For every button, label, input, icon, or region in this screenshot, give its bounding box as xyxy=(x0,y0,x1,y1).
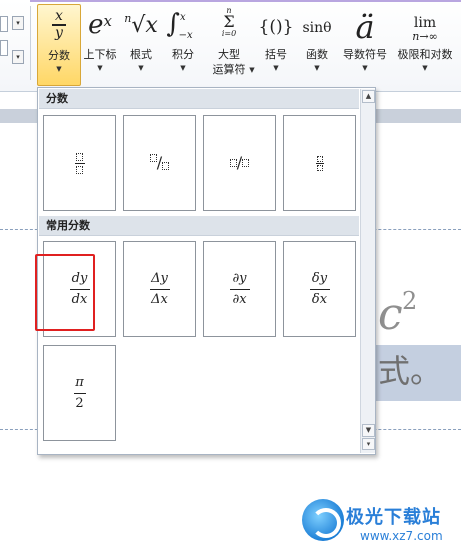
integral-icon-lower: −x xyxy=(178,30,193,41)
fraction-pi-glyph: π2 xyxy=(44,346,115,440)
fraction-button[interactable]: x y 分数 ▼ xyxy=(37,4,81,86)
fraction-partial-tile[interactable]: ∂y ∂x xyxy=(203,241,276,337)
scroll-more-icon[interactable]: ▾ xyxy=(362,438,375,450)
fraction-partial-denominator: ∂x xyxy=(232,291,247,307)
limit-log-button[interactable]: lim n→∞ 极限和对数 ▼ xyxy=(393,4,457,86)
summation-icon: n Σi=0 xyxy=(205,6,253,46)
bracket-icon: {()} xyxy=(256,6,296,46)
small-fraction-icon xyxy=(284,116,355,210)
function-icon: sinθ xyxy=(297,6,337,46)
fraction-partial-glyph: ∂y ∂x xyxy=(204,242,275,336)
stub-input[interactable] xyxy=(0,40,8,56)
fraction-small-delta-denominator: δx xyxy=(311,291,328,307)
function-label: 函数 xyxy=(306,48,328,61)
fraction-delta-numerator: Δy xyxy=(151,270,168,286)
limit-icon-lim: lim xyxy=(413,15,437,31)
ribbon-left-controls: ▾ ▾ xyxy=(0,10,26,70)
chevron-down-icon: ▼ xyxy=(56,65,62,73)
section-header-fraction: 分数 xyxy=(39,89,359,109)
stub-dropdown[interactable]: ▾ xyxy=(12,16,24,30)
function-button[interactable]: sinθ 函数 ▼ xyxy=(297,4,337,86)
accent-button[interactable]: ä 导数符号 ▼ xyxy=(338,4,392,86)
fraction-pi-over-2-tile[interactable]: π2 xyxy=(43,345,116,441)
large-operator-label2: 运算符 xyxy=(212,63,246,76)
function-icon-glyph: sinθ xyxy=(302,20,332,36)
watermark-url: www.xz7.com xyxy=(360,529,443,543)
fraction-partial-numerator: ∂y xyxy=(232,270,247,286)
fraction-label: 分数 xyxy=(48,49,70,62)
bracket-icon-glyph: {()} xyxy=(258,17,294,37)
fraction-delta-denominator: Δx xyxy=(151,291,168,307)
watermark-name: 极光下载站 xyxy=(346,507,441,528)
gallery-scrollbar[interactable]: ▲ ▼ ▾ xyxy=(360,89,375,453)
fraction-pi-numerator: π xyxy=(75,374,84,390)
accent-label: 导数符号 xyxy=(343,48,387,61)
fraction-icon-numerator: x xyxy=(55,8,63,24)
chevron-down-icon: ▼ xyxy=(138,64,144,72)
chevron-down-icon: ▼ xyxy=(97,64,103,72)
section-header-common-fractions: 常用分数 xyxy=(39,216,359,236)
bracket-label: 括号 xyxy=(265,48,287,61)
large-operator-button[interactable]: n Σi=0 大型 运算符 ▼ xyxy=(205,4,255,86)
accent-icon: ä xyxy=(338,6,392,46)
stacked-fraction-tile[interactable] xyxy=(43,115,116,211)
large-operator-label: 大型 xyxy=(218,48,240,61)
watermark: 极光下载站 www.xz7.com xyxy=(302,495,461,555)
integral-icon: ∫x −x xyxy=(163,6,203,46)
radical-button[interactable]: n√x 根式 ▼ xyxy=(121,4,161,86)
stacked-fraction-icon xyxy=(44,116,115,210)
fraction-small-delta-numerator: δy xyxy=(311,270,328,286)
scroll-up-icon[interactable]: ▲ xyxy=(362,90,375,103)
limit-icon-sub: n→∞ xyxy=(412,30,438,43)
radical-icon-radicand: √x xyxy=(131,13,158,38)
superscript-icon-base: e xyxy=(88,10,104,40)
chevron-down-icon: ▼ xyxy=(180,64,186,72)
linear-fraction-icon: / xyxy=(204,116,275,210)
fraction-pi-denominator: 2 xyxy=(75,395,84,411)
script-label: 上下标 xyxy=(83,48,117,61)
document-text-superscript: 2 xyxy=(402,287,418,315)
highlight-annotation-box xyxy=(35,254,95,331)
watermark-logo-icon xyxy=(302,499,344,541)
fraction-delta-y-delta-x-tile[interactable]: Δy Δx xyxy=(123,241,196,337)
limit-icon: lim n→∞ xyxy=(393,6,457,46)
chevron-down-icon: ▼ xyxy=(314,64,320,72)
limit-log-label: 极限和对数 xyxy=(397,48,453,61)
radical-label: 根式 xyxy=(130,48,152,61)
chevron-down-icon: ▼ xyxy=(273,64,279,72)
document-text-c: c xyxy=(378,289,403,340)
equation-ribbon: ▾ ▾ x y 分数 ▼ ex 上下标 ▼ n√x 根式 ▼ ∫x−x 积分 ▼… xyxy=(0,0,461,92)
integral-icon-symbol: ∫ xyxy=(166,9,180,39)
document-text-shi: 式。 xyxy=(378,352,443,390)
radical-icon: n√x xyxy=(121,6,161,46)
linear-fraction-tile[interactable]: / xyxy=(203,115,276,211)
scroll-down-icon[interactable]: ▼ xyxy=(362,424,375,437)
integral-button[interactable]: ∫x −x 积分 ▼ xyxy=(163,4,203,86)
ribbon-separator xyxy=(30,6,31,80)
chevron-down-icon: ▼ xyxy=(249,66,255,74)
fraction-icon-denominator: y xyxy=(55,24,63,41)
script-button[interactable]: ex 上下标 ▼ xyxy=(80,4,120,86)
small-fraction-tile[interactable] xyxy=(283,115,356,211)
fraction-icon: x y xyxy=(38,7,80,47)
integral-label: 积分 xyxy=(172,48,194,61)
fraction-small-delta-glyph: δy δx xyxy=(284,242,355,336)
superscript-icon-exponent: x xyxy=(103,12,112,30)
chevron-down-icon: ▼ xyxy=(362,64,368,72)
stub-input[interactable] xyxy=(0,16,8,32)
accent-icon-glyph: ä xyxy=(355,8,375,46)
stub-dropdown[interactable]: ▾ xyxy=(12,50,24,64)
integral-icon-upper: x xyxy=(179,12,186,23)
summation-icon-bottom: i=0 xyxy=(221,29,237,38)
superscript-icon: ex xyxy=(80,6,120,46)
fraction-small-delta-tile[interactable]: δy δx xyxy=(283,241,356,337)
bracket-button[interactable]: {()} 括号 ▼ xyxy=(256,4,296,86)
skewed-fraction-tile[interactable]: / xyxy=(123,115,196,211)
chevron-down-icon: ▼ xyxy=(422,64,428,72)
fraction-delta-glyph: Δy Δx xyxy=(124,242,195,336)
skewed-fraction-icon: / xyxy=(124,116,195,210)
radical-icon-index: n xyxy=(124,12,132,25)
